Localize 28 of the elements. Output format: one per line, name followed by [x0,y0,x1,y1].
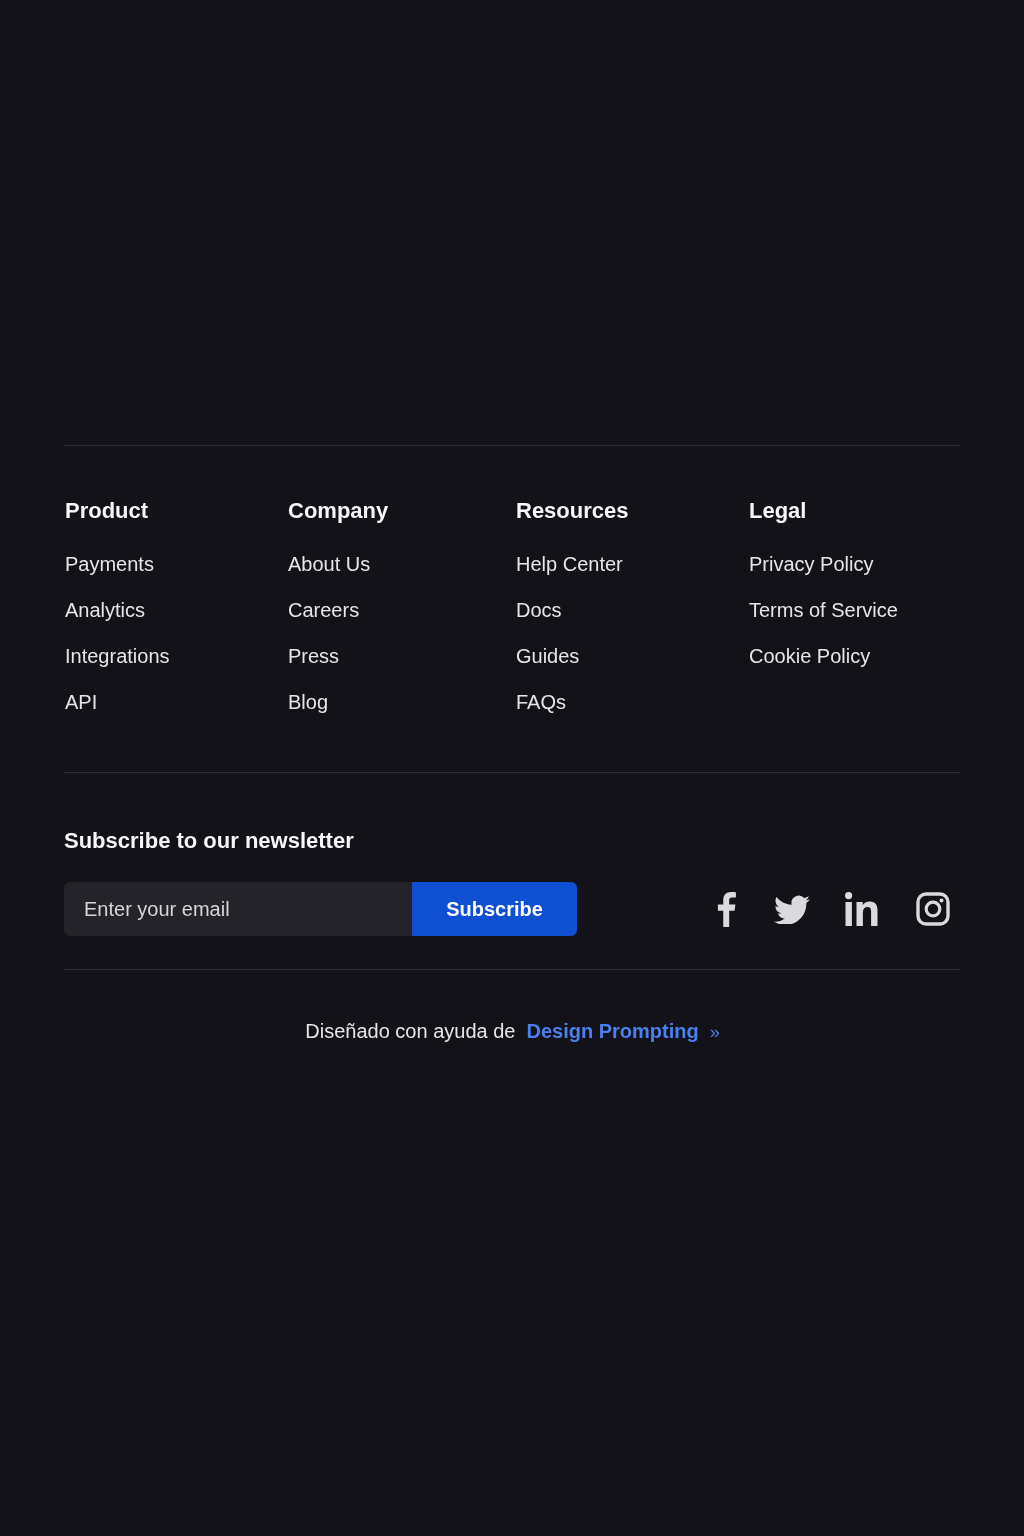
chevron-icon: » [709,1020,720,1044]
column-heading: Product [65,498,150,524]
footer-link[interactable]: About Us [288,552,516,576]
column-heading: Legal [749,498,808,524]
footer-link[interactable]: Payments [65,552,288,576]
footer-link[interactable]: Cookie Policy [749,644,961,668]
footer-link[interactable]: Help Center [516,552,749,576]
footer-link[interactable]: Integrations [65,644,288,668]
footer-link[interactable]: Docs [516,598,749,622]
column-heading: Resources [516,498,630,524]
footer-link[interactable]: Terms of Service [749,598,961,622]
email-input-field[interactable]: Enter your email [64,882,412,936]
footer-link[interactable]: Analytics [65,598,288,622]
column-heading: Company [288,498,390,524]
linkedin-icon[interactable] [845,892,881,926]
newsletter-heading: Subscribe to our newsletter [64,828,355,854]
footer-link[interactable]: API [65,690,288,714]
footer-link[interactable]: Blog [288,690,516,714]
footer-link[interactable]: FAQs [516,690,749,714]
credit-link[interactable]: Design Prompting [526,1019,699,1043]
subscribe-button[interactable]: Subscribe [412,882,577,936]
credit-text: Diseñado con ayuda de [305,1019,516,1043]
footer-link[interactable]: Careers [288,598,516,622]
instagram-icon[interactable] [916,892,950,926]
twitter-icon[interactable] [774,894,810,924]
footer-link[interactable]: Guides [516,644,749,668]
footer-link[interactable]: Privacy Policy [749,552,961,576]
footer-link[interactable]: Press [288,644,516,668]
